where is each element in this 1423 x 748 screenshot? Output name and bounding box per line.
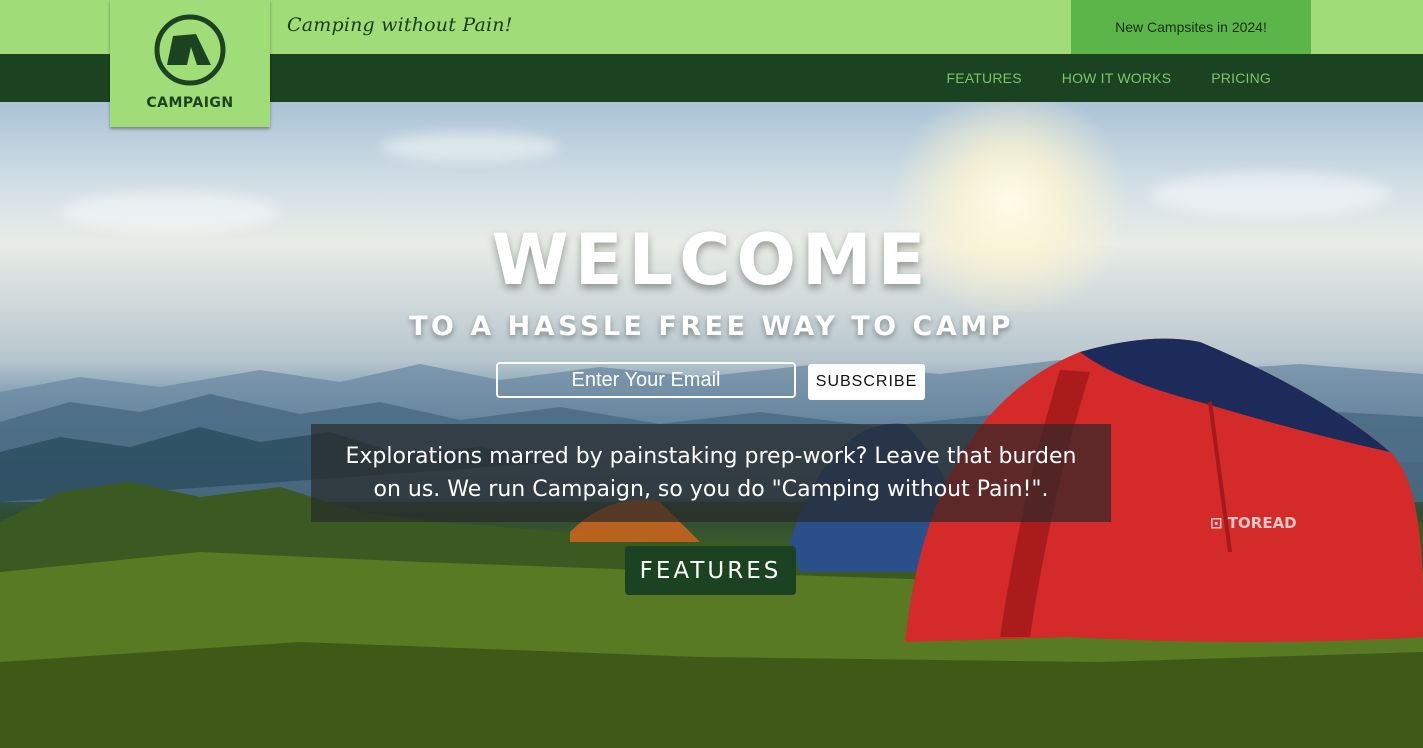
nav-link-how-it-works[interactable]: HOW IT WORKS <box>1062 70 1171 86</box>
hero-title: WELCOME <box>491 219 932 301</box>
logo-text: CAMPAIGN <box>146 95 234 111</box>
email-input[interactable] <box>496 362 796 398</box>
nav-link-features[interactable]: FEATURES <box>947 70 1022 86</box>
hero-subtitle: TO A HASSLE FREE WAY TO CAMP <box>409 311 1014 342</box>
hero-section: ⊡ TOREAD WELCOME TO A HASSLE FREE WAY TO… <box>0 102 1423 748</box>
promo-banner[interactable]: New Campsites in 2024! <box>1071 0 1311 54</box>
nav-links: FEATURES HOW IT WORKS PRICING <box>947 54 1271 102</box>
subscribe-button[interactable]: SUBSCRIBE <box>808 364 925 400</box>
tagline: Camping without Pain! <box>287 14 513 36</box>
tent-icon <box>154 14 226 86</box>
logo[interactable]: CAMPAIGN <box>110 0 270 127</box>
svg-text:⊡ TOREAD: ⊡ TOREAD <box>1210 514 1297 532</box>
features-button[interactable]: FEATURES <box>625 546 796 595</box>
hero-description: Explorations marred by painstaking prep-… <box>345 444 1077 502</box>
description-box: Explorations marred by painstaking prep-… <box>311 424 1111 522</box>
nav-link-pricing[interactable]: PRICING <box>1211 70 1271 86</box>
